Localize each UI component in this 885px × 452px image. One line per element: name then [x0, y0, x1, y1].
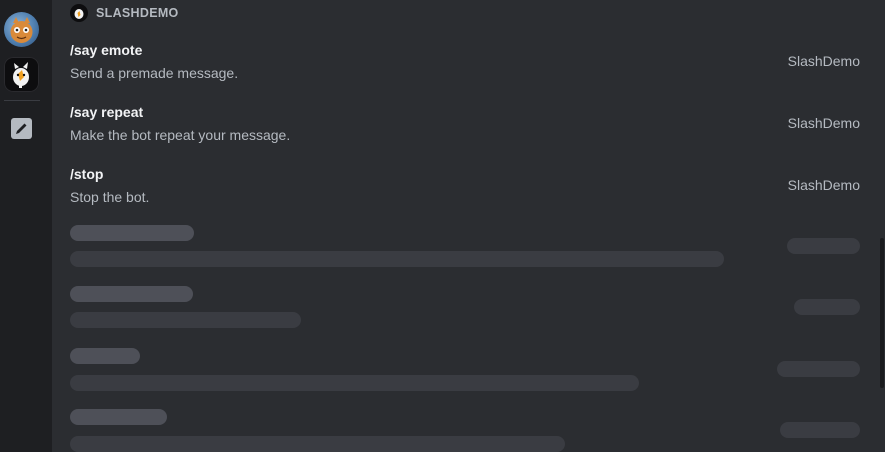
skeleton-description — [70, 436, 565, 452]
command-name: /stop — [70, 166, 104, 182]
skeleton-description — [70, 375, 639, 391]
skeleton-title — [70, 286, 193, 302]
skeleton-source — [780, 422, 860, 438]
skeleton-title — [70, 409, 167, 425]
skeleton-description — [70, 312, 301, 328]
skeleton-title — [70, 225, 194, 241]
app-rail — [0, 0, 52, 452]
command-list: SLASHDEMO /say emote Send a premade mess… — [52, 0, 885, 452]
command-description: Make the bot repeat your message. — [70, 127, 291, 143]
command-description: Stop the bot. — [70, 189, 150, 205]
command-picker: SLASHDEMO /say emote Send a premade mess… — [0, 0, 885, 452]
command-source: SlashDemo — [787, 115, 860, 131]
rail-divider — [4, 100, 40, 101]
bot-avatar-icon[interactable] — [4, 57, 39, 92]
command-item-say-repeat[interactable]: /say repeat Make the bot repeat your mes… — [70, 104, 860, 154]
skeleton-source — [794, 299, 860, 315]
user-avatar-icon[interactable] — [4, 12, 39, 47]
scrollbar[interactable] — [880, 238, 884, 388]
slashdemo-avatar-icon — [70, 4, 88, 22]
skeleton-source — [777, 361, 860, 377]
command-item-say-emote[interactable]: /say emote Send a premade message. Slash… — [70, 42, 860, 92]
command-name: /say emote — [70, 42, 143, 58]
skeleton-title — [70, 348, 140, 364]
app-name: SLASHDEMO — [96, 6, 179, 20]
command-name: /say repeat — [70, 104, 144, 120]
command-description: Send a premade message. — [70, 65, 239, 81]
command-source: SlashDemo — [787, 53, 860, 69]
command-source: SlashDemo — [787, 177, 860, 193]
command-item-stop[interactable]: /stop Stop the bot. SlashDemo — [70, 166, 860, 216]
skeleton-description — [70, 251, 724, 267]
skeleton-source — [787, 238, 860, 254]
edit-icon[interactable] — [11, 118, 32, 139]
app-section-header: SLASHDEMO — [70, 4, 179, 22]
